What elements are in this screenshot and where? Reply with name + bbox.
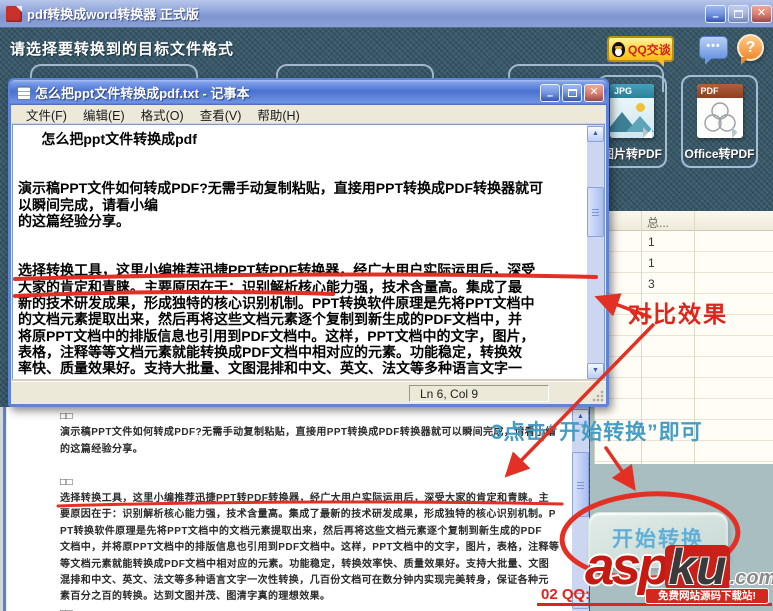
notepad-line (18, 229, 585, 245)
scroll-up-icon[interactable]: ▲ (587, 126, 604, 142)
help-icon[interactable]: ? (737, 34, 764, 65)
table-cell-total: 1 (648, 235, 655, 249)
notepad-line (18, 246, 585, 262)
notepad-text-area[interactable]: 怎么把ppt文件转换成pdf 演示稿PPT文件如何转成PDF?无需手动复制粘贴，… (13, 125, 587, 380)
notepad-line: 大家的肯定和青睐。主要原因在于：识别解析核心能力强，技术含量高。集成了最 (18, 278, 522, 295)
preview-line: 要原因在于：识别解析核心能力强，技术含量高。集成了最新的技术研发成果，形成独特的… (60, 509, 556, 521)
notepad-maximize-button[interactable] (562, 83, 582, 102)
notepad-line: 选择转换工具，这里小编推荐迅捷PPT转PDF转换器，经广大用户实际运用后，深受 (18, 262, 536, 279)
notepad-line: 率快、质量效果好。支持大批量、文图混排和中文、英文、法文等多种语言文字一 (18, 360, 522, 377)
menu-file[interactable]: 文件(F) (19, 104, 74, 125)
minimize-button[interactable]: – (705, 4, 726, 23)
preview-line: 素百分之百的转换。达到文图并茂、图清字真的理想效果。 (60, 591, 331, 603)
notepad-minimize-button[interactable]: – (540, 83, 560, 102)
page-fold (643, 127, 654, 138)
card-label: Office转PDF (684, 147, 755, 161)
notepad-line (18, 147, 585, 163)
column-header-total-pages: 总... (647, 216, 670, 230)
notepad-line: 表格，注释等等文档元素就能转换成PDF文档中相对应的元素。功能稳定，转换效 (18, 344, 522, 361)
scroll-down-icon[interactable]: ▼ (587, 363, 604, 379)
preview-line (60, 458, 568, 474)
preview-line: □□ (60, 476, 73, 488)
card-office-to-pdf[interactable]: PDF Office转PDF (681, 75, 758, 168)
preview-line: 选择转换工具，这里小编推荐迅捷PPT转PDF转换器，经广大用户实际运用后，深受大… (60, 492, 550, 504)
pdf-app-icon (6, 5, 22, 22)
target-format-prompt: 请选择要转换到的目标文件格式 (10, 41, 235, 58)
app-window: pdf转换成word转换器 正式版 – ✕ 请选择要转换到的目标文件格式 QQ交… (0, 0, 773, 611)
scrollbar-thumb[interactable] (587, 187, 604, 237)
notepad-line: 将原PPT文档中的排版信息也引用到PDF文档中。这样，PPT文档中的文字，图片， (18, 327, 535, 344)
menu-help[interactable]: 帮助(H) (250, 104, 306, 125)
notepad-icon (17, 85, 31, 100)
main-titlebar: pdf转换成word转换器 正式版 – ✕ (0, 0, 773, 28)
table-cell-total: 3 (648, 277, 655, 291)
scrollbar-thumb[interactable] (572, 452, 589, 517)
notepad-menubar: 文件(F) 编辑(E) 格式(O) 查看(V) 帮助(H) (11, 105, 606, 124)
window-left-frame (0, 407, 7, 611)
preview-line: 混排和中文、英文、法文等多种语言文字一次性转换，几百份文档可在数分钟内实现完美转… (60, 574, 549, 586)
notepad-line: 演示稿PPT文件如何转成PDF?无需手动复制粘贴，直接用PPT转换成PDF转换器… (18, 180, 544, 197)
pdf-file-icon: PDF (696, 84, 743, 138)
notepad-line: 新的技术研发成果，形成独特的核心识别机制。PPT转换软件原理是先将PPT文档中 (18, 294, 535, 311)
maximize-button[interactable] (728, 4, 749, 23)
resize-grip[interactable] (591, 389, 605, 403)
main-window-title: pdf转换成word转换器 正式版 (27, 7, 199, 22)
page-fold (731, 127, 743, 138)
notepad-line: 的这篇经验分享。 (18, 212, 130, 229)
notepad-statusbar: Ln 6, Col 9 (11, 381, 606, 404)
compare-effect-annotation: 对比效果 (628, 301, 728, 327)
qq-chat-button[interactable]: QQ交谈 (607, 36, 674, 67)
menu-view[interactable]: 查看(V) (193, 104, 249, 125)
notepad-line: 怎么把ppt文件转换成pdf (18, 131, 197, 147)
notepad-line: 的文档元素提取出来，然后再将这些文档元素逐个复制到新生成的PDF文档中，并 (18, 311, 522, 328)
jpg-file-icon: JPG (610, 84, 654, 138)
maximize-icon (734, 9, 743, 18)
notepad-line (18, 164, 585, 180)
preview-line: 文档中，并将原PPT文档中的排版信息也引用到PDF文档中。这样，PPT文档中的文… (60, 542, 560, 554)
notepad-close-button[interactable]: ✕ (584, 83, 604, 102)
preview-line: 等文档元素就能转换成PDF文档中相对应的元素。功能稳定，转换效率快、质量效果好。… (60, 558, 550, 570)
menu-edit[interactable]: 编辑(E) (76, 104, 132, 125)
notepad-line: 以瞬间完成，请看小编 (18, 196, 158, 213)
qq-penguin-icon (612, 41, 625, 57)
maximize-icon (567, 88, 577, 97)
menu-format[interactable]: 格式(O) (134, 104, 191, 125)
notepad-titlebar[interactable]: 怎么把ppt文件转换成pdf.txt - 记事本 – ✕ (10, 80, 607, 105)
watermark-banner: 免费网站源码下载站! (645, 588, 769, 604)
table-cell-total: 1 (648, 256, 655, 270)
notepad-window: 怎么把ppt文件转换成pdf.txt - 记事本 – ✕ 文件(F) 编辑(E)… (8, 78, 609, 407)
notepad-scrollbar[interactable]: ▲ ▼ (587, 125, 604, 380)
notepad-title: 怎么把ppt文件转换成pdf.txt - 记事本 (35, 86, 250, 101)
preview-line: PT转换软件原理是先将PPT文档中的文档元素提取出来，然后再将这些文档元素逐个复… (60, 525, 542, 537)
cursor-position-status: Ln 6, Col 9 (409, 385, 549, 402)
message-bubble-icon[interactable]: ••• (699, 36, 728, 65)
step3-annotation: 3点击“开始转换”即可 (491, 421, 703, 444)
watermark-qq-text: 02 QQ: (541, 586, 591, 603)
table-header: 度 总... (595, 211, 773, 231)
preview-line: □□ (60, 606, 568, 611)
sun-icon (636, 103, 645, 112)
close-button[interactable]: ✕ (751, 4, 772, 23)
pdf-preview-pane[interactable]: □□ 演示稿PPT文件如何转成PDF?无需手动复制粘贴，直接用PPT转换成PDF… (7, 407, 572, 611)
